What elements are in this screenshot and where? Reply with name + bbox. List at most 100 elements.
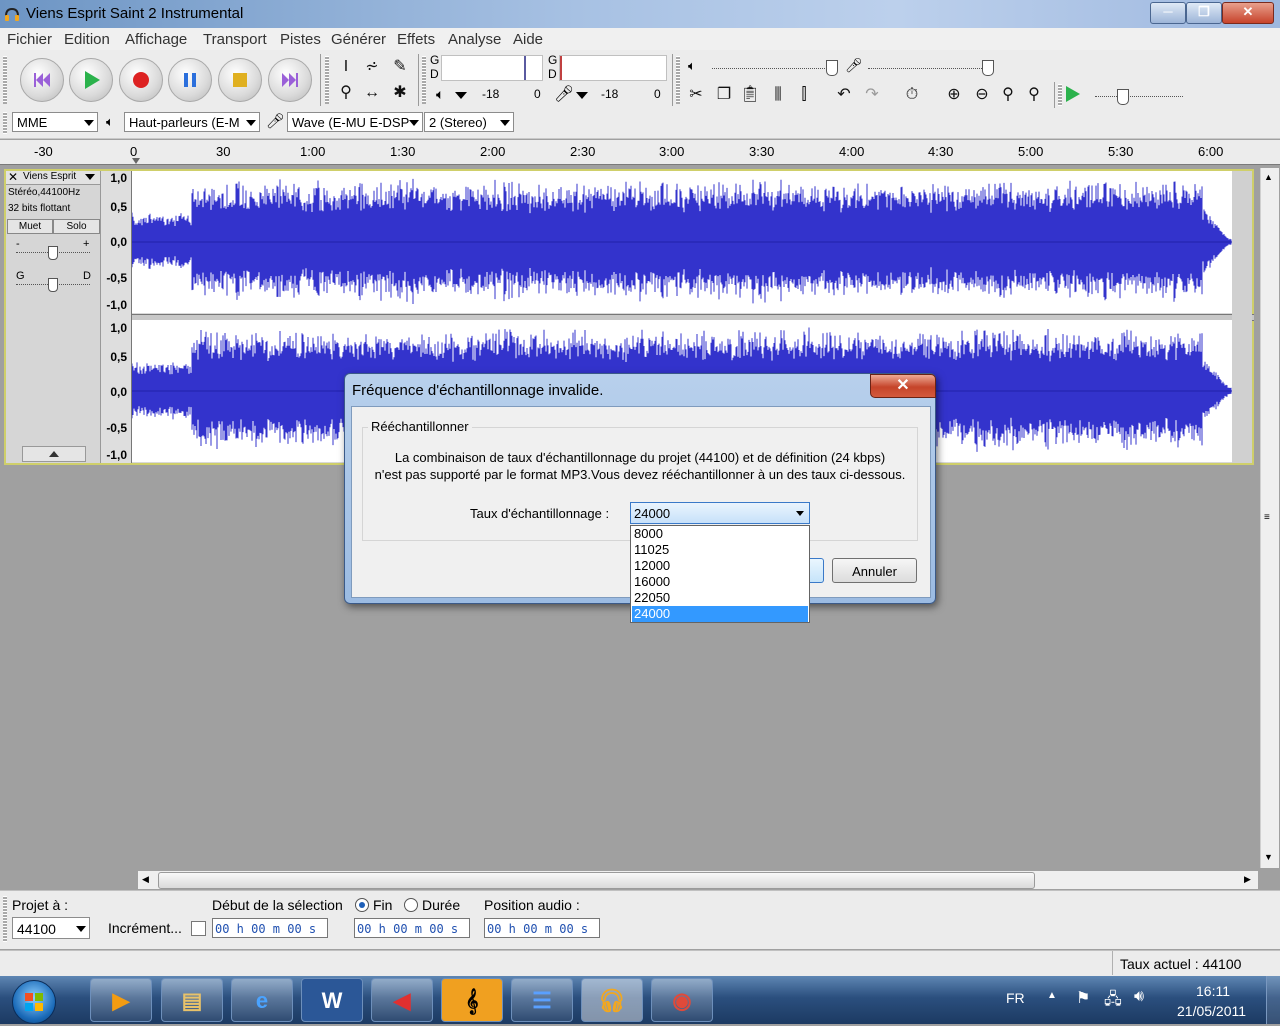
- show-desktop-button[interactable]: [1266, 976, 1280, 1024]
- clock-date[interactable]: 21/05/2011: [1177, 1003, 1246, 1019]
- multi-tool-icon[interactable]: ✱: [388, 82, 412, 104]
- sample-rate-option[interactable]: 22050: [632, 590, 808, 606]
- horizontal-scroll-thumb[interactable]: [158, 872, 1035, 889]
- rec-meter-dropdown[interactable]: [576, 92, 588, 99]
- show-hidden-icons-icon[interactable]: ▲: [1047, 990, 1057, 1001]
- input-channels-dropdown[interactable]: 2 (Stereo): [424, 112, 514, 132]
- envelope-tool-icon[interactable]: ⩫: [360, 56, 384, 78]
- trim-icon[interactable]: ⫼: [766, 84, 790, 106]
- rec-level-meter[interactable]: [559, 55, 667, 81]
- play-speed-slider[interactable]: [1095, 96, 1183, 98]
- undo-icon[interactable]: ↶: [832, 84, 856, 106]
- taskbar-stack[interactable]: ☰: [511, 978, 573, 1022]
- timeshift-tool-icon[interactable]: ↔: [360, 82, 384, 104]
- collapse-track-button[interactable]: [22, 446, 86, 462]
- input-device-dropdown[interactable]: Wave (E-MU E-DSP: [287, 112, 423, 132]
- end-radio[interactable]: [355, 898, 369, 912]
- taskbar-cubase[interactable]: ◀: [371, 978, 433, 1022]
- menu-affichage[interactable]: Affichage: [125, 31, 187, 48]
- output-volume-thumb[interactable]: [826, 60, 838, 76]
- network-icon[interactable]: 🖧︎: [1104, 988, 1122, 1015]
- cancel-button[interactable]: Annuler: [832, 558, 917, 583]
- solo-button[interactable]: Solo: [53, 219, 100, 234]
- paste-icon[interactable]: 📋︎: [738, 84, 762, 106]
- sample-rate-dropdown[interactable]: 24000: [630, 502, 810, 524]
- menu-analyse[interactable]: Analyse: [448, 31, 501, 48]
- start-button[interactable]: [12, 980, 56, 1024]
- play-speed-thumb[interactable]: [1117, 89, 1129, 105]
- sample-rate-option[interactable]: 11025: [632, 542, 808, 558]
- sample-rate-option[interactable]: 16000: [632, 574, 808, 590]
- gain-slider-thumb[interactable]: [48, 246, 58, 260]
- toolbar-grip[interactable]: [422, 56, 426, 104]
- sync-lock-icon[interactable]: ⏱︎: [900, 84, 924, 106]
- taskbar-explorer[interactable]: ▤: [161, 978, 223, 1022]
- selection-end-time[interactable]: 00 h 00 m 00 s: [354, 918, 470, 938]
- zoom-in-icon[interactable]: ⊕: [942, 84, 966, 106]
- play-at-speed-icon[interactable]: [1066, 86, 1080, 102]
- sample-rate-option[interactable]: 12000: [632, 558, 808, 574]
- dialog-close-button[interactable]: ✕: [870, 374, 936, 398]
- scroll-up-icon[interactable]: ▲: [1264, 172, 1273, 182]
- language-indicator[interactable]: FR: [1006, 990, 1025, 1006]
- input-volume-slider[interactable]: [868, 68, 990, 70]
- close-track-icon[interactable]: ✕: [8, 170, 18, 184]
- cut-icon[interactable]: ✂: [684, 84, 708, 106]
- menu-pistes[interactable]: Pistes: [280, 31, 321, 48]
- play-meter-dropdown[interactable]: [455, 92, 467, 99]
- scroll-right-icon[interactable]: ▶: [1244, 874, 1251, 885]
- audio-host-dropdown[interactable]: MME: [12, 112, 98, 132]
- menu-transport[interactable]: Transport: [203, 31, 267, 48]
- menu-fichier[interactable]: Fichier: [7, 31, 52, 48]
- input-volume-thumb[interactable]: [982, 60, 994, 76]
- scroll-grip-icon[interactable]: ≡: [1264, 512, 1270, 523]
- microphone-icon[interactable]: 🎤︎: [554, 84, 574, 104]
- skip-end-button[interactable]: [268, 58, 312, 102]
- pan-slider-thumb[interactable]: [48, 278, 58, 292]
- scroll-down-icon[interactable]: ▼: [1264, 852, 1273, 862]
- toolbar-grip[interactable]: [1058, 84, 1062, 106]
- taskbar-chrome[interactable]: ◉: [651, 978, 713, 1022]
- play-level-meter[interactable]: [441, 55, 543, 81]
- audio-position-time[interactable]: 00 h 00 m 00 s: [484, 918, 600, 938]
- selection-tool-icon[interactable]: I: [334, 56, 358, 78]
- redo-icon[interactable]: ↷: [860, 84, 884, 106]
- taskbar-word[interactable]: W: [301, 978, 363, 1022]
- waveform-left-channel[interactable]: [131, 171, 1232, 313]
- output-volume-slider[interactable]: [712, 68, 837, 70]
- taskbar-harmony[interactable]: 𝄞: [441, 978, 503, 1022]
- toolbar-grip[interactable]: [325, 56, 329, 104]
- snap-checkbox[interactable]: [191, 921, 206, 936]
- output-device-dropdown[interactable]: Haut-parleurs (E-M: [124, 112, 260, 132]
- sample-rate-option-selected[interactable]: 24000: [632, 606, 808, 622]
- taskbar-media-player[interactable]: ▶: [90, 978, 152, 1022]
- clock-time[interactable]: 16:11: [1196, 983, 1230, 999]
- stop-button[interactable]: [218, 58, 262, 102]
- draw-tool-icon[interactable]: ✎: [388, 56, 412, 78]
- maximize-button[interactable]: ❐: [1186, 2, 1222, 24]
- minimize-button[interactable]: ─: [1150, 2, 1186, 24]
- volume-icon[interactable]: 🔊︎: [1134, 988, 1144, 1006]
- copy-icon[interactable]: ❐: [712, 84, 736, 106]
- menu-aide[interactable]: Aide: [513, 31, 543, 48]
- project-rate-dropdown[interactable]: 44100: [12, 917, 90, 939]
- fit-project-icon[interactable]: ⚲: [1022, 84, 1046, 106]
- playhead-marker[interactable]: [132, 158, 140, 164]
- scroll-left-icon[interactable]: ◀: [142, 874, 149, 885]
- zoom-tool-icon[interactable]: ⚲: [334, 82, 358, 104]
- taskbar-audacity[interactable]: 🎧︎: [581, 978, 643, 1022]
- pause-button[interactable]: [168, 58, 212, 102]
- speaker-icon[interactable]: 🔈︎: [436, 86, 444, 103]
- play-button[interactable]: [69, 58, 113, 102]
- track-menu-chevron-down-icon[interactable]: [85, 174, 95, 180]
- timeline-ruler[interactable]: [0, 140, 1280, 165]
- toolbar-grip[interactable]: [3, 112, 7, 134]
- sample-rate-option[interactable]: 8000: [632, 526, 808, 542]
- menu-effets[interactable]: Effets: [397, 31, 435, 48]
- record-button[interactable]: [119, 58, 163, 102]
- menu-generer[interactable]: Générer: [331, 31, 386, 48]
- selection-start-time[interactable]: 00 h 00 m 00 s: [212, 918, 328, 938]
- action-center-flag-icon[interactable]: ⚑: [1076, 988, 1090, 1008]
- fit-selection-icon[interactable]: ⚲: [996, 84, 1020, 106]
- toolbar-grip[interactable]: [676, 56, 680, 104]
